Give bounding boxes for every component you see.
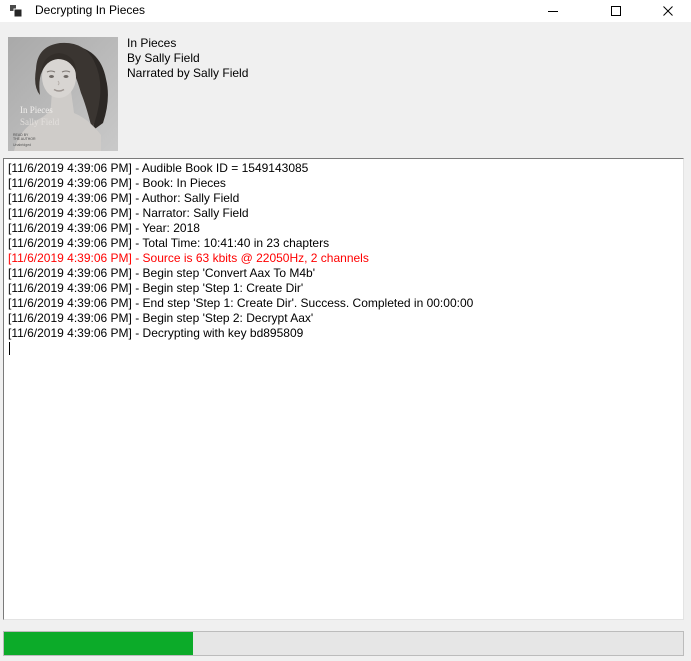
log-entry: [11/6/2019 4:39:06 PM] - Begin step 'Ste… [8, 281, 679, 296]
log-textbox[interactable]: [11/6/2019 4:39:06 PM] - Audible Book ID… [3, 158, 684, 620]
log-entry: [11/6/2019 4:39:06 PM] - Total Time: 10:… [8, 236, 679, 251]
log-entry: [11/6/2019 4:39:06 PM] - Year: 2018 [8, 221, 679, 236]
book-info: In Pieces By Sally Field Narrated by Sal… [127, 36, 248, 81]
log-entry: [11/6/2019 4:39:06 PM] - Audible Book ID… [8, 161, 679, 176]
progress-fill [4, 632, 193, 655]
log-entry: [11/6/2019 4:39:06 PM] - Narrator: Sally… [8, 206, 679, 221]
log-entry: [11/6/2019 4:39:06 PM] - Author: Sally F… [8, 191, 679, 206]
log-entry: [11/6/2019 4:39:06 PM] - Begin step 'Ste… [8, 311, 679, 326]
book-title: In Pieces [127, 36, 248, 51]
close-button[interactable] [645, 0, 691, 22]
caret-line [8, 341, 679, 356]
cover-author-text: Sally Field [20, 117, 60, 127]
text-caret [9, 342, 10, 355]
log-entry: [11/6/2019 4:39:06 PM] - Book: In Pieces [8, 176, 679, 191]
app-window: Decrypting In Pieces [0, 0, 691, 661]
log-entry: [11/6/2019 4:39:06 PM] - Begin step 'Con… [8, 266, 679, 281]
cover-badge-line3: Unabridged [13, 143, 31, 147]
cover-badge-line2: THE AUTHOR [13, 137, 36, 141]
minimize-icon [548, 6, 558, 16]
progress-bar [3, 631, 684, 656]
book-author-line: By Sally Field [127, 51, 248, 66]
maximize-icon [611, 6, 621, 16]
maximize-button[interactable] [593, 0, 639, 22]
log-entry: [11/6/2019 4:39:06 PM] - Decrypting with… [8, 326, 679, 341]
log-entry: [11/6/2019 4:39:06 PM] - End step 'Step … [8, 296, 679, 311]
log-entry-error: [11/6/2019 4:39:06 PM] - Source is 63 kb… [8, 251, 679, 266]
titlebar[interactable]: Decrypting In Pieces [0, 0, 691, 22]
minimize-button[interactable] [530, 0, 576, 22]
window-title: Decrypting In Pieces [35, 3, 145, 17]
book-cover-image: In Pieces Sally Field READ BY THE AUTHOR… [8, 37, 118, 151]
book-narrator-line: Narrated by Sally Field [127, 66, 248, 81]
app-icon [9, 4, 23, 18]
cover-title-text: In Pieces [20, 105, 53, 115]
close-icon [663, 6, 673, 16]
